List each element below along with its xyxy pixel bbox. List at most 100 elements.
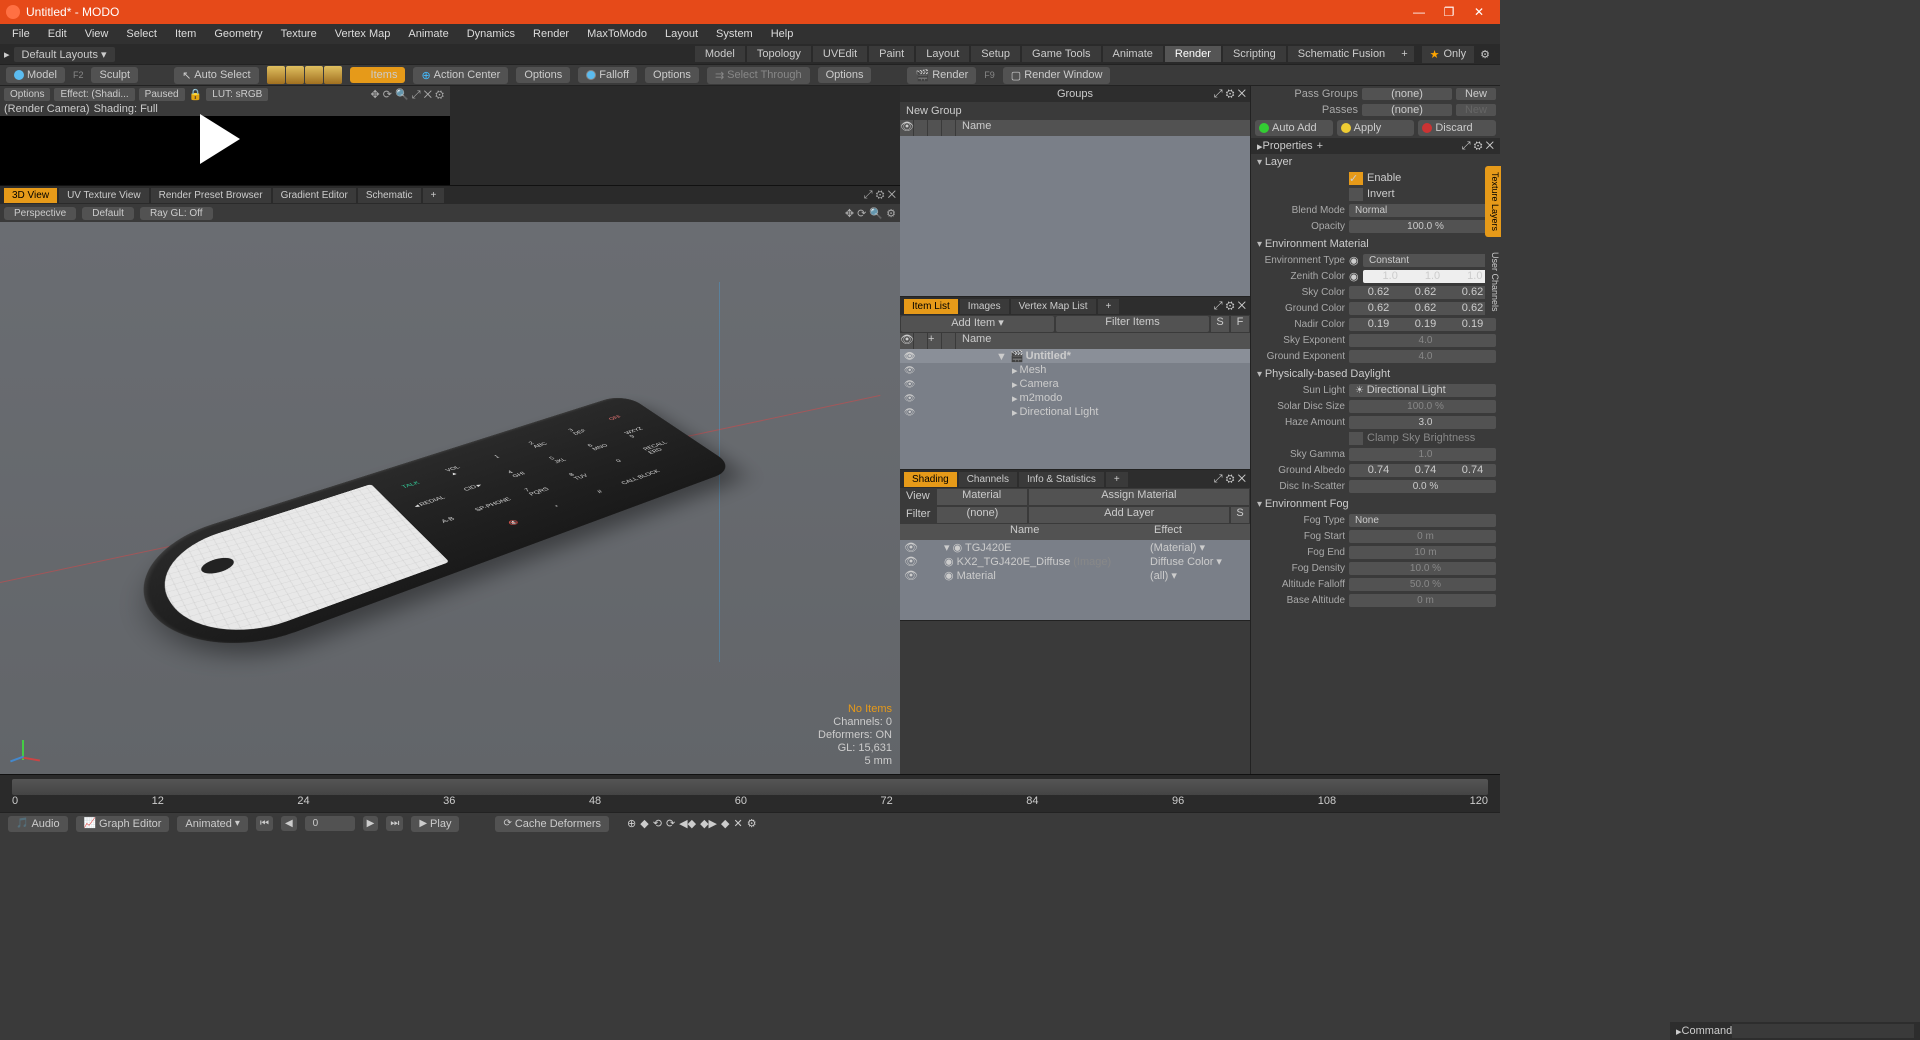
item-tab-itemlist[interactable]: Item List bbox=[904, 299, 958, 314]
autoselect-button[interactable]: ↖Auto Select bbox=[174, 67, 258, 84]
item-row[interactable]: 👁▼ 🎬 Untitled* bbox=[900, 349, 1250, 363]
items-button[interactable]: Items bbox=[350, 67, 406, 83]
item-row[interactable]: 👁▸ Camera bbox=[900, 377, 1250, 391]
sunlight-dropdown[interactable]: ☀ Directional Light bbox=[1349, 384, 1496, 397]
timeline-track[interactable] bbox=[12, 779, 1488, 795]
graph-editor-button[interactable]: 📈 Graph Editor bbox=[76, 816, 170, 832]
layer-section[interactable]: ▾ Layer bbox=[1251, 156, 1500, 170]
preview-paused[interactable]: Paused bbox=[139, 88, 185, 101]
f-button[interactable]: F bbox=[1231, 316, 1249, 332]
next-frame-icon[interactable]: ▶ bbox=[363, 816, 379, 831]
add-view-tab[interactable]: + bbox=[423, 188, 445, 203]
add-item-dropdown[interactable]: Add Item ▾ bbox=[901, 316, 1054, 332]
falloff-button[interactable]: Falloff bbox=[578, 67, 637, 83]
env-section[interactable]: ▾ Environment Material bbox=[1251, 238, 1500, 252]
key-tools[interactable]: ⊕◆⟲⟳◀◆◆▶◆✕⚙ bbox=[627, 817, 757, 830]
new-pass-group[interactable]: New bbox=[1456, 88, 1496, 100]
ground-color[interactable]: 0.620.620.62 bbox=[1349, 302, 1496, 315]
3d-viewport[interactable]: TALKVOL▲12ABC3DEFOFF ◄REDIALCID►4GHI5JKL… bbox=[0, 222, 900, 774]
new-pass[interactable]: New bbox=[1456, 104, 1496, 116]
layout-tab-scripting[interactable]: Scripting bbox=[1223, 46, 1286, 62]
view-tab-renderpresetbrowser[interactable]: Render Preset Browser bbox=[151, 188, 271, 203]
item-row[interactable]: 👁▸ Mesh bbox=[900, 363, 1250, 377]
add-item-tab[interactable]: + bbox=[1098, 299, 1120, 314]
layout-tab-render[interactable]: Render bbox=[1165, 46, 1221, 62]
menu-dynamics[interactable]: Dynamics bbox=[459, 26, 523, 42]
render-preview[interactable]: Options Effect: (Shadi... Paused 🔒 LUT: … bbox=[0, 86, 450, 185]
daylight-section[interactable]: ▾ Physically-based Daylight bbox=[1251, 368, 1500, 382]
default-select[interactable]: Default bbox=[82, 207, 134, 220]
only-toggle[interactable]: ★Only bbox=[1422, 46, 1475, 63]
command-input[interactable] bbox=[1732, 1024, 1914, 1038]
frame-input[interactable]: 0 bbox=[305, 816, 355, 831]
menu-select[interactable]: Select bbox=[118, 26, 165, 42]
layout-tab-topology[interactable]: Topology bbox=[747, 46, 811, 62]
skip-end-icon[interactable]: ⏭ bbox=[386, 816, 403, 831]
fogend-input[interactable]: 10 m bbox=[1349, 546, 1496, 559]
menu-view[interactable]: View bbox=[77, 26, 117, 42]
menu-layout[interactable]: Layout bbox=[657, 26, 706, 42]
preview-shading[interactable]: Shading: Full bbox=[94, 103, 158, 115]
view-tab-3dview[interactable]: 3D View bbox=[4, 188, 57, 203]
add-shading-tab[interactable]: + bbox=[1106, 472, 1128, 487]
texture-layers-tab[interactable]: Texture Layers bbox=[1485, 166, 1501, 237]
menu-help[interactable]: Help bbox=[763, 26, 802, 42]
preview-effect[interactable]: Effect: (Shadi... bbox=[54, 88, 134, 101]
s-button[interactable]: S bbox=[1231, 507, 1249, 523]
fogdensity-input[interactable]: 10.0 % bbox=[1349, 562, 1496, 575]
menu-texture[interactable]: Texture bbox=[273, 26, 325, 42]
maximize-button[interactable]: ❐ bbox=[1434, 1, 1464, 23]
filter-items[interactable]: Filter Items bbox=[1056, 316, 1209, 332]
gear-icon[interactable]: ⚙ bbox=[1474, 46, 1496, 63]
clamp-checkbox[interactable] bbox=[1349, 432, 1363, 445]
viewport-icons[interactable]: ✥ ⟳ 🔍 ⚙ bbox=[845, 207, 896, 220]
discard-button[interactable]: Discard bbox=[1418, 120, 1496, 136]
item-panel-icons[interactable]: ⤢ ⚙ ✕ bbox=[1214, 300, 1246, 313]
layout-select[interactable]: Default Layouts ▾ bbox=[14, 47, 115, 62]
menu-maxtomodo[interactable]: MaxToModo bbox=[579, 26, 655, 42]
user-channels-tab[interactable]: User Channels bbox=[1485, 246, 1501, 318]
preview-lut[interactable]: LUT: sRGB bbox=[206, 88, 268, 101]
fogstart-input[interactable]: 0 m bbox=[1349, 530, 1496, 543]
menu-vertexmap[interactable]: Vertex Map bbox=[327, 26, 399, 42]
fogtype-dropdown[interactable]: None bbox=[1349, 514, 1496, 527]
cache-deformers-button[interactable]: ⟳ Cache Deformers bbox=[495, 816, 609, 832]
fogbase-input[interactable]: 0 m bbox=[1349, 594, 1496, 607]
layout-tab-animate[interactable]: Animate bbox=[1103, 46, 1163, 62]
opacity-input[interactable]: 100.0 % bbox=[1349, 220, 1496, 233]
fog-section[interactable]: ▾ Environment Fog bbox=[1251, 498, 1500, 512]
autoadd-button[interactable]: Auto Add bbox=[1255, 120, 1333, 136]
menu-file[interactable]: File bbox=[4, 26, 38, 42]
disc-input[interactable]: 100.0 % bbox=[1349, 400, 1496, 413]
preview-options[interactable]: Options bbox=[4, 88, 50, 101]
audio-button[interactable]: 🎵 Audio bbox=[8, 816, 68, 832]
passgroups-dropdown[interactable]: (none) bbox=[1362, 88, 1452, 100]
shading-tab-info&statistics[interactable]: Info & Statistics bbox=[1019, 472, 1104, 487]
menu-animate[interactable]: Animate bbox=[400, 26, 456, 42]
invert-checkbox[interactable] bbox=[1349, 188, 1363, 201]
layout-tab-schematicfusion[interactable]: Schematic Fusion bbox=[1288, 46, 1395, 62]
play-icon[interactable] bbox=[200, 114, 240, 164]
menu-render[interactable]: Render bbox=[525, 26, 577, 42]
raygl-select[interactable]: Ray GL: Off bbox=[140, 207, 213, 220]
render-button[interactable]: 🎬Render bbox=[907, 67, 976, 84]
groundexp-input[interactable]: 4.0 bbox=[1349, 350, 1496, 363]
shading-tab-shading[interactable]: Shading bbox=[904, 472, 957, 487]
skyexp-input[interactable]: 4.0 bbox=[1349, 334, 1496, 347]
options-button[interactable]: Options bbox=[516, 67, 570, 83]
material-dropdown[interactable]: Material bbox=[937, 489, 1027, 505]
animated-dropdown[interactable]: Animated ▾ bbox=[177, 816, 248, 832]
viewport-tab-icons[interactable]: ⤢ ⚙ ✕ bbox=[864, 189, 896, 202]
layout-tab-paint[interactable]: Paint bbox=[869, 46, 914, 62]
layout-tab-gametools[interactable]: Game Tools bbox=[1022, 46, 1101, 62]
play-button[interactable]: ▶ Play bbox=[411, 816, 459, 832]
preview-controls[interactable]: ✥ ⟳ 🔍 ⤢ ✕ ⚙ bbox=[371, 88, 445, 102]
s-button[interactable]: S bbox=[1211, 316, 1229, 332]
shading-row[interactable]: 👁▾ ◉ TGJ420E(Material) ▾ bbox=[900, 540, 1250, 554]
shading-panel-icons[interactable]: ⤢ ⚙ ✕ bbox=[1214, 473, 1246, 486]
nadir-color[interactable]: 0.190.190.19 bbox=[1349, 318, 1496, 331]
add-tab-button[interactable]: + bbox=[1395, 46, 1413, 62]
item-row[interactable]: 👁▸ Directional Light bbox=[900, 405, 1250, 419]
component-mode-icons[interactable] bbox=[267, 66, 342, 84]
sky-color[interactable]: 0.620.620.62 bbox=[1349, 286, 1496, 299]
